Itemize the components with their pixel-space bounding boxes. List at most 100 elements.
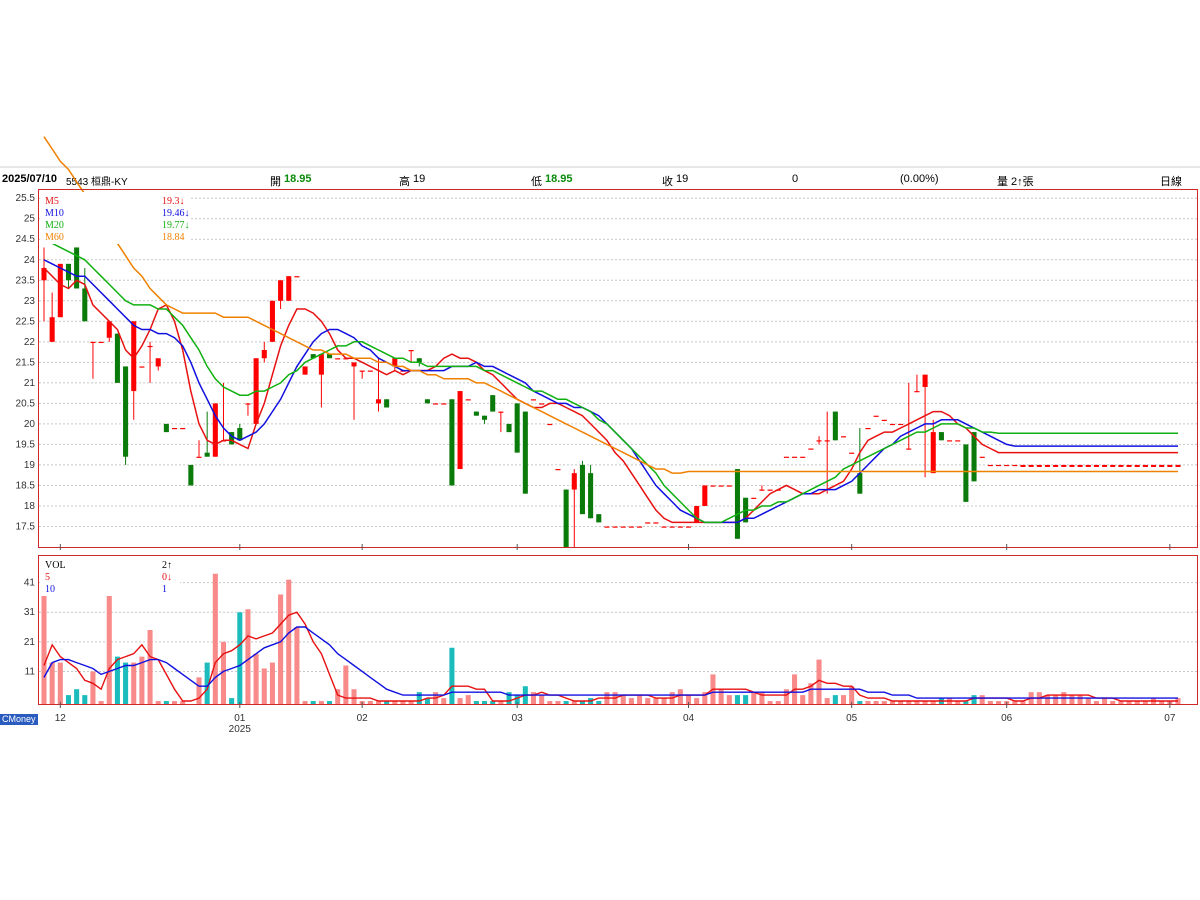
volume-bar	[294, 627, 300, 704]
candle-body	[857, 473, 863, 494]
volume-bar	[90, 671, 96, 704]
volume-bar	[539, 695, 545, 704]
volume-bar	[677, 689, 683, 704]
candle-body	[367, 370, 373, 372]
candle-body	[473, 411, 479, 416]
candle-body	[522, 411, 528, 494]
candle-body	[449, 399, 455, 486]
month-label: 06	[1001, 713, 1013, 724]
volume-bar	[245, 609, 251, 704]
volume-bar	[237, 612, 243, 704]
candle-body	[889, 423, 895, 426]
volume-bar	[661, 698, 667, 704]
volume-bar	[783, 689, 789, 704]
candle-body	[90, 341, 96, 344]
candle-body	[906, 448, 912, 450]
volume-bar	[767, 701, 773, 704]
volume-bar	[832, 695, 838, 704]
candle-body	[172, 428, 178, 430]
volume-bar	[824, 698, 830, 704]
candle-body	[1102, 464, 1108, 467]
candle-body	[114, 333, 120, 383]
price-panel-frame	[38, 189, 1198, 548]
price-legend-value: 19.77↓	[162, 220, 190, 231]
price-legend-value: 18.84	[162, 232, 185, 243]
candle-body	[49, 317, 55, 342]
candle-body	[1167, 464, 1173, 467]
candle-body	[881, 419, 887, 421]
volume-tick-label: 11	[25, 666, 36, 677]
candle-body	[637, 526, 643, 528]
candle-body	[1110, 464, 1116, 467]
candle-body	[710, 485, 716, 487]
volume-bar	[441, 698, 447, 704]
volume-bar	[1102, 698, 1108, 704]
candle-body	[335, 358, 341, 360]
candle-body	[783, 456, 789, 458]
year-label: 2025	[229, 724, 252, 735]
volume-bar	[751, 692, 757, 704]
candle-body	[612, 526, 618, 528]
volume-legend-label: VOL	[45, 560, 66, 571]
volume-bar	[278, 594, 284, 704]
volume-bar	[857, 701, 863, 704]
candle-body	[359, 370, 365, 372]
volume-tick-label: 41	[24, 578, 36, 589]
candle-body	[898, 423, 904, 426]
volume-bar	[473, 701, 479, 704]
volume-bar	[57, 662, 63, 704]
volume-bar	[131, 662, 137, 704]
candle-body	[677, 526, 683, 528]
candle-body	[563, 489, 569, 547]
volume-bar	[881, 701, 887, 704]
candle-body	[930, 432, 936, 474]
volume-bar	[163, 701, 169, 704]
volume-bar	[596, 701, 602, 704]
volume-bar	[1110, 701, 1116, 704]
candle-body	[873, 415, 879, 417]
candle-body	[490, 395, 496, 412]
price-tick-label: 23	[24, 296, 36, 307]
candle-body	[1061, 464, 1067, 467]
volume-bar	[106, 594, 112, 704]
price-legend-label: M20	[45, 220, 64, 231]
price-legend-label: M5	[45, 196, 59, 207]
volume-bar	[718, 689, 724, 704]
candle-body	[465, 399, 471, 401]
price-legend-label: M10	[45, 208, 64, 219]
price-tick-label: 19.5	[16, 439, 36, 450]
volume-bar	[555, 701, 561, 704]
candle-body	[792, 456, 798, 458]
volume-bar	[873, 701, 879, 704]
candle-body	[1085, 464, 1091, 467]
candle-body	[759, 489, 765, 491]
candle-body	[98, 341, 104, 344]
month-label: 07	[1164, 713, 1176, 724]
volume-bar	[196, 677, 202, 704]
price-tick-label: 18	[24, 501, 36, 512]
price-tick-label: 25.5	[16, 193, 36, 204]
candle-body	[261, 350, 267, 359]
volume-tick-label: 31	[24, 607, 36, 618]
ma-line-m10	[43, 259, 1178, 524]
candle-body	[155, 358, 161, 367]
price-legend-value: 19.46↓	[162, 208, 190, 219]
volume-bar	[1053, 695, 1059, 704]
volume-bar	[653, 698, 659, 704]
volume-bar	[1069, 695, 1075, 704]
volume-bar	[840, 695, 847, 704]
candle-body	[163, 423, 169, 433]
volume-bar	[971, 695, 977, 704]
price-tick-label: 20	[24, 419, 36, 430]
candle-body	[995, 464, 1002, 467]
candle-body	[661, 526, 667, 528]
volume-bar	[310, 701, 316, 704]
candle-body	[351, 362, 357, 367]
volume-bar	[547, 701, 553, 704]
candle-body	[408, 350, 414, 352]
candle-body	[669, 526, 675, 528]
candle-body	[147, 345, 153, 348]
volume-bar	[114, 656, 120, 704]
candle-body	[375, 399, 382, 404]
price-legend-value: 19.3↓	[162, 196, 185, 207]
